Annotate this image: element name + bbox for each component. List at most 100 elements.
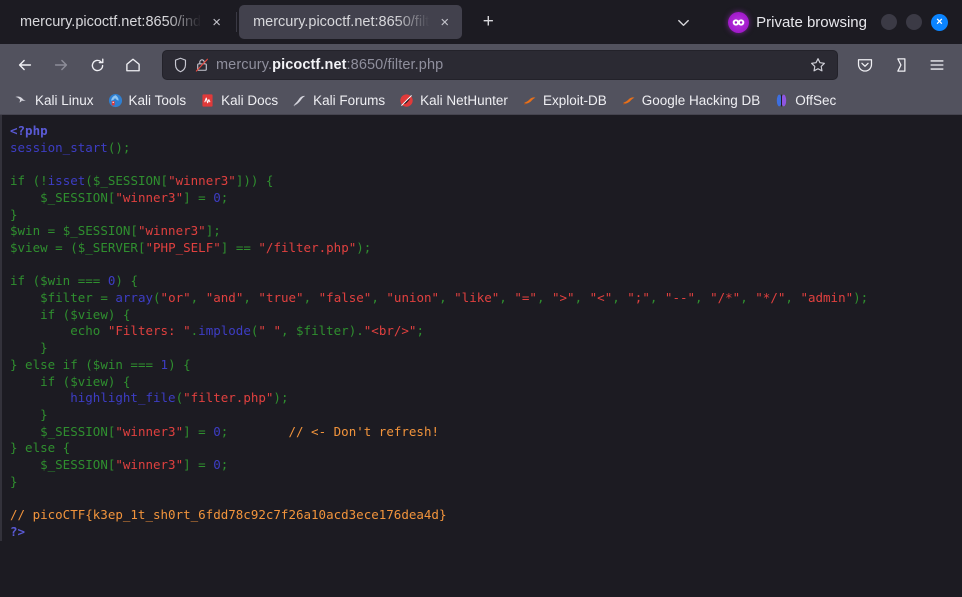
reload-button[interactable] xyxy=(80,49,114,81)
tab-close-icon[interactable]: × xyxy=(207,13,226,32)
code-token: } xyxy=(10,473,18,489)
shield-icon[interactable] xyxy=(173,57,188,73)
code-token: if (! xyxy=(10,173,48,189)
code-token: ] = xyxy=(183,457,214,473)
code-token: "=" xyxy=(514,290,537,306)
bookmark-kali-docs[interactable]: Kali Docs xyxy=(194,90,284,111)
bookmark-label: Exploit-DB xyxy=(542,92,607,108)
new-tab-button[interactable]: + xyxy=(472,6,504,38)
code-token: "and" xyxy=(205,290,244,306)
mask-glyph xyxy=(732,18,745,26)
tab-strip: mercury.picoctf.net:8650/ind × mercury.p… xyxy=(0,0,962,44)
page-content: <?php session_start(); if (!isset($_SESS… xyxy=(0,115,962,597)
code-token: if ( xyxy=(10,273,41,289)
code-token: "like" xyxy=(454,290,500,306)
window-maximize-button[interactable] xyxy=(906,14,922,30)
private-mask-icon xyxy=(728,11,750,33)
home-button[interactable] xyxy=(116,49,150,81)
code-token: ] = xyxy=(183,189,214,205)
private-browsing-indicator: Private browsing xyxy=(728,11,867,33)
kali-docs-icon xyxy=(200,93,215,108)
kali-forums-icon xyxy=(292,93,307,108)
bookmark-kali-tools[interactable]: Kali Tools xyxy=(102,90,193,111)
tab-close-icon[interactable]: × xyxy=(435,13,454,32)
container-tab-icon xyxy=(897,58,906,72)
code-token: "true" xyxy=(258,290,304,306)
code-token: ; xyxy=(220,423,289,439)
code-token: ; xyxy=(416,323,424,339)
code-token: isset xyxy=(47,173,86,189)
code-token: , xyxy=(439,290,455,306)
browser-tab-2[interactable]: mercury.picoctf.net:8650/filt × xyxy=(239,5,463,39)
code-token: ); xyxy=(356,239,372,255)
bookmark-offsec[interactable]: OffSec xyxy=(768,90,842,111)
code-token: $_SESSION xyxy=(40,457,108,473)
code-token: "winner3" xyxy=(115,189,184,205)
code-token: if ( xyxy=(10,306,71,322)
kali-nethunter-icon xyxy=(399,93,414,108)
code-token: "union" xyxy=(386,290,440,306)
code-token: ; xyxy=(220,189,229,205)
bookmark-kali-linux[interactable]: Kali Linux xyxy=(8,90,100,111)
url-bar[interactable]: mercury.picoctf.net:8650/filter.php xyxy=(162,50,838,80)
bookmark-star-icon[interactable] xyxy=(806,53,830,77)
code-token: } else if ( xyxy=(10,356,93,372)
code-token: 1 xyxy=(160,356,169,372)
code-token: ( xyxy=(85,173,93,189)
code-token: $view xyxy=(70,306,108,322)
app-menu-button[interactable] xyxy=(920,49,954,81)
code-token: , xyxy=(695,290,711,306)
code-token: , xyxy=(243,290,259,306)
forward-button[interactable] xyxy=(44,49,78,81)
bookmarks-bar: Kali Linux Kali Tools Kali Docs Kali For… xyxy=(0,86,962,115)
code-token: ( xyxy=(153,290,161,306)
pocket-icon xyxy=(857,59,873,72)
code-token: ">" xyxy=(552,290,575,306)
private-browsing-label: Private browsing xyxy=(756,13,867,31)
code-token: [ xyxy=(137,239,146,255)
arrow-left-icon xyxy=(18,59,32,71)
code-token: } xyxy=(10,406,48,422)
code-token: $_SERVER xyxy=(77,239,138,255)
code-token: , xyxy=(499,290,515,306)
arrow-right-icon xyxy=(54,59,68,71)
code-token: = xyxy=(40,223,63,239)
code-token: "*/" xyxy=(755,290,786,306)
code-token: } xyxy=(10,206,18,222)
tab-title: mercury.picoctf.net:8650/ind xyxy=(20,14,202,30)
code-token: , xyxy=(740,290,756,306)
code-token: "admin" xyxy=(800,290,854,306)
window-close-button[interactable]: × xyxy=(931,13,948,31)
google-hacking-db-icon xyxy=(621,93,636,108)
php-source-listing: <?php session_start(); if (!isset($_SESS… xyxy=(0,115,962,541)
code-token: ) { xyxy=(107,306,131,322)
code-token: array xyxy=(115,290,154,306)
list-all-tabs-button[interactable] xyxy=(666,6,700,38)
code-token: ])) { xyxy=(235,173,274,189)
home-icon xyxy=(126,58,140,72)
code-token: = xyxy=(92,290,116,306)
code-token: $_SESSION xyxy=(92,173,161,189)
back-button[interactable] xyxy=(8,49,42,81)
code-token: = ( xyxy=(47,239,78,255)
bookmark-google-hacking-db[interactable]: Google Hacking DB xyxy=(615,90,767,111)
hamburger-menu-icon xyxy=(930,60,944,70)
code-token: ";" xyxy=(627,290,650,306)
code-token: , xyxy=(280,323,297,339)
code-token: 0 xyxy=(213,457,221,473)
save-to-pocket-button[interactable] xyxy=(848,49,882,81)
code-token: (); xyxy=(107,139,131,155)
window-minimize-button[interactable] xyxy=(881,14,897,30)
code-token: $view xyxy=(70,373,108,389)
bookmark-kali-nethunter[interactable]: Kali NetHunter xyxy=(393,90,514,111)
extensions-button[interactable] xyxy=(884,49,918,81)
browser-tab-1[interactable]: mercury.picoctf.net:8650/ind × xyxy=(6,5,234,39)
code-token: highlight_file xyxy=(70,390,176,406)
code-token: ] = xyxy=(183,423,214,439)
lock-disabled-icon[interactable] xyxy=(195,57,209,73)
code-token: $_SESSION xyxy=(40,189,108,205)
bookmark-kali-forums[interactable]: Kali Forums xyxy=(286,90,391,111)
bookmark-exploit-db[interactable]: Exploit-DB xyxy=(516,90,613,111)
